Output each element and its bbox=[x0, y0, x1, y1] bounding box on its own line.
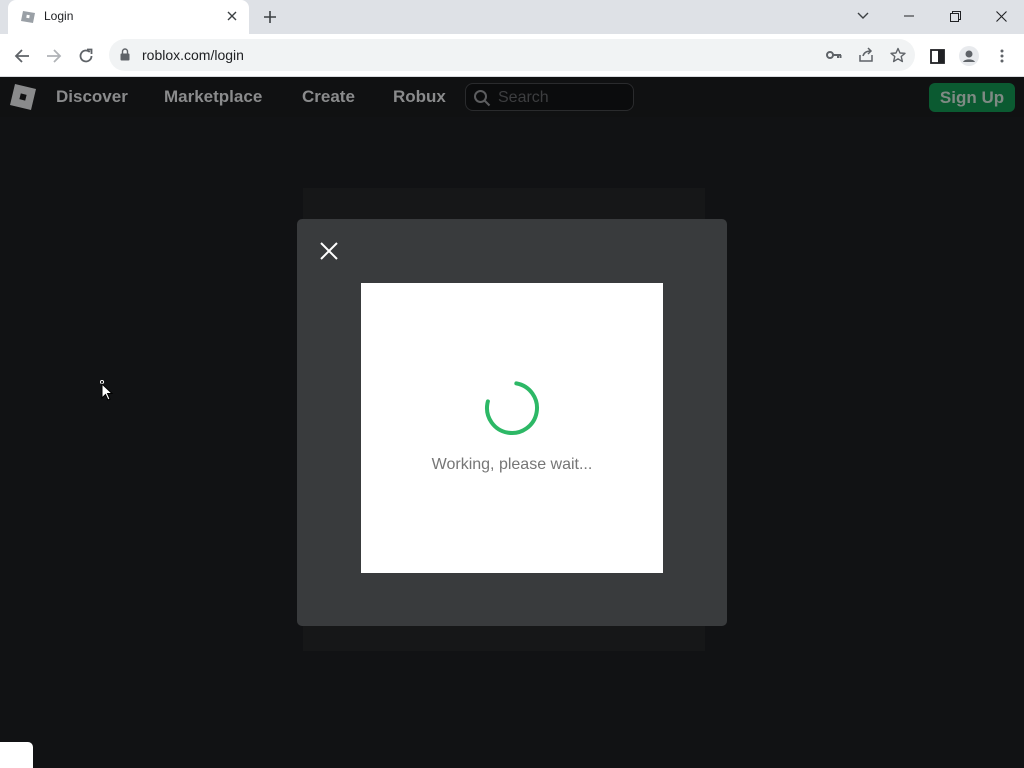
nav-link-marketplace[interactable]: Marketplace bbox=[164, 87, 262, 107]
side-panel-icon[interactable] bbox=[924, 43, 950, 69]
bookmark-star-icon[interactable] bbox=[888, 45, 908, 65]
corner-widget[interactable] bbox=[0, 742, 33, 768]
profile-avatar-icon[interactable] bbox=[956, 43, 982, 69]
nav-link-discover[interactable]: Discover bbox=[56, 87, 128, 107]
lock-icon bbox=[120, 48, 130, 61]
back-arrow-icon[interactable] bbox=[9, 43, 35, 69]
tab-title: Login bbox=[44, 9, 74, 23]
restore-icon[interactable] bbox=[932, 0, 978, 32]
reload-icon[interactable] bbox=[73, 43, 99, 69]
search-input[interactable] bbox=[498, 88, 628, 108]
browser-menu-icon[interactable] bbox=[989, 43, 1015, 69]
status-text: Working, please wait... bbox=[431, 456, 593, 473]
verification-modal: Working, please wait... bbox=[297, 219, 727, 626]
sign-up-button[interactable]: Sign Up bbox=[929, 83, 1015, 112]
close-icon[interactable] bbox=[317, 239, 341, 263]
nav-link-robux[interactable]: Robux bbox=[393, 87, 446, 107]
close-window-icon[interactable] bbox=[978, 0, 1024, 32]
url-text: roblox.com/login bbox=[142, 47, 244, 63]
address-bar[interactable]: roblox.com/login bbox=[109, 39, 915, 71]
browser-toolbar: roblox.com/login bbox=[0, 34, 1024, 77]
browser-tab[interactable]: Login bbox=[8, 0, 249, 34]
page-content: Discover Marketplace Create Robux Sign U… bbox=[0, 77, 1024, 768]
share-icon[interactable] bbox=[856, 45, 876, 65]
roblox-logo-icon[interactable] bbox=[9, 83, 37, 111]
site-navbar: Discover Marketplace Create Robux Sign U… bbox=[0, 77, 1024, 117]
tab-close-icon[interactable] bbox=[224, 8, 240, 24]
new-tab-icon[interactable] bbox=[260, 7, 280, 27]
forward-arrow-icon[interactable] bbox=[41, 43, 67, 69]
roblox-favicon-icon bbox=[21, 11, 35, 23]
nav-search-box[interactable] bbox=[465, 83, 634, 111]
nav-link-create[interactable]: Create bbox=[302, 87, 355, 107]
tab-strip: Login bbox=[0, 0, 1024, 34]
search-icon bbox=[474, 90, 491, 107]
mouse-cursor-icon bbox=[100, 380, 114, 401]
tab-search-chevron-icon[interactable] bbox=[840, 0, 886, 32]
challenge-frame: Working, please wait... bbox=[361, 283, 663, 573]
minimize-icon[interactable] bbox=[886, 0, 932, 32]
loading-spinner-icon bbox=[485, 381, 539, 435]
password-key-icon[interactable] bbox=[824, 45, 844, 65]
